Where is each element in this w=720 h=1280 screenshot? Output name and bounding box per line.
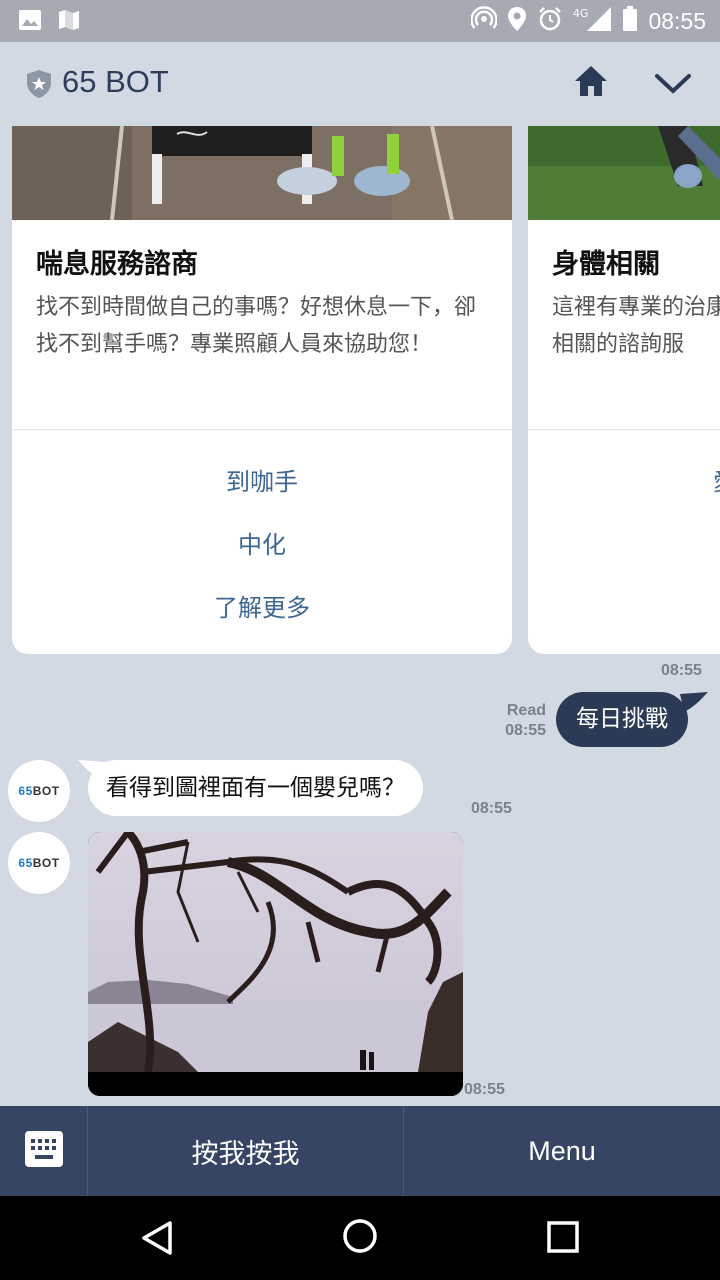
alarm-icon xyxy=(537,6,563,36)
network-type: 4G xyxy=(572,6,589,20)
chevron-down-icon[interactable] xyxy=(654,72,692,100)
card-action-button[interactable]: 了解更多 xyxy=(12,588,512,623)
avatar-text: 65BOT xyxy=(18,784,60,798)
card-action-button[interactable]: 到咖手 xyxy=(12,462,512,497)
signal-icon xyxy=(586,6,612,36)
card-divider xyxy=(12,429,512,430)
incoming-message-bubble[interactable]: 看得到圖裡面有一個嬰兒嗎？ xyxy=(88,760,423,816)
home-icon[interactable] xyxy=(573,64,609,102)
carousel-card: 身體相關 這裡有專業的治康相關的諮詢服 愛 xyxy=(528,126,720,654)
card-description: 這裡有專業的治康相關的諮詢服 xyxy=(552,295,720,357)
card-title: 身體相關 xyxy=(552,249,660,280)
avatar-text: 65BOT xyxy=(18,856,60,870)
battery-icon xyxy=(622,6,638,36)
keyboard-icon xyxy=(24,1130,64,1172)
carousel-card: 喘息服務諮商 找不到時間做自己的事嗎？好想休息一下，卻找不到幫手嗎？專業照顧人員… xyxy=(12,126,512,654)
hotspot-icon xyxy=(470,6,498,36)
card-image xyxy=(528,126,720,220)
card-action-button[interactable]: 中化 xyxy=(12,525,512,560)
status-time: 08:55 xyxy=(648,7,706,34)
chat-area[interactable]: 喘息服務諮商 找不到時間做自己的事嗎？好想休息一下，卻找不到幫手嗎？專業照顧人員… xyxy=(0,126,720,1106)
card-action-button[interactable]: 愛 xyxy=(713,462,720,497)
avatar[interactable]: 65BOT xyxy=(8,760,70,822)
read-receipt: Read 08:55 xyxy=(505,701,546,741)
back-icon[interactable] xyxy=(140,1220,176,1260)
image-icon xyxy=(18,9,42,35)
card-description: 找不到時間做自己的事嗎？好想休息一下，卻找不到幫手嗎？專業照顧人員來協助您！ xyxy=(36,295,477,357)
avatar[interactable]: 65BOT xyxy=(8,832,70,894)
message-time: 08:55 xyxy=(505,722,546,739)
message-time: 08:55 xyxy=(471,800,512,817)
chat-header: 65 BOT xyxy=(0,42,720,126)
outgoing-message-bubble[interactable]: 每日挑戰 xyxy=(556,692,688,747)
home-circle-icon[interactable] xyxy=(342,1218,378,1258)
menu-button[interactable]: Menu xyxy=(404,1106,720,1196)
chat-title: 65 BOT xyxy=(62,64,169,99)
read-label: Read xyxy=(506,702,546,719)
message-time: 08:55 xyxy=(661,662,702,679)
keyboard-toggle-button[interactable] xyxy=(0,1106,88,1196)
image-message[interactable] xyxy=(88,832,463,1096)
rich-menu-bar: 按我按我 Menu xyxy=(0,1106,720,1196)
card-divider xyxy=(528,429,720,430)
system-nav-bar xyxy=(0,1196,720,1280)
recents-icon[interactable] xyxy=(546,1220,580,1258)
card-image xyxy=(12,126,512,220)
tree-illusion-image xyxy=(88,832,463,1096)
card-title: 喘息服務諮商 xyxy=(36,249,198,280)
shield-icon xyxy=(26,69,52,103)
status-bar: 4G 08:55 xyxy=(0,0,720,42)
map-icon xyxy=(58,9,80,35)
message-time: 08:55 xyxy=(464,1081,505,1098)
location-icon xyxy=(507,6,527,36)
press-me-button[interactable]: 按我按我 xyxy=(88,1106,404,1196)
